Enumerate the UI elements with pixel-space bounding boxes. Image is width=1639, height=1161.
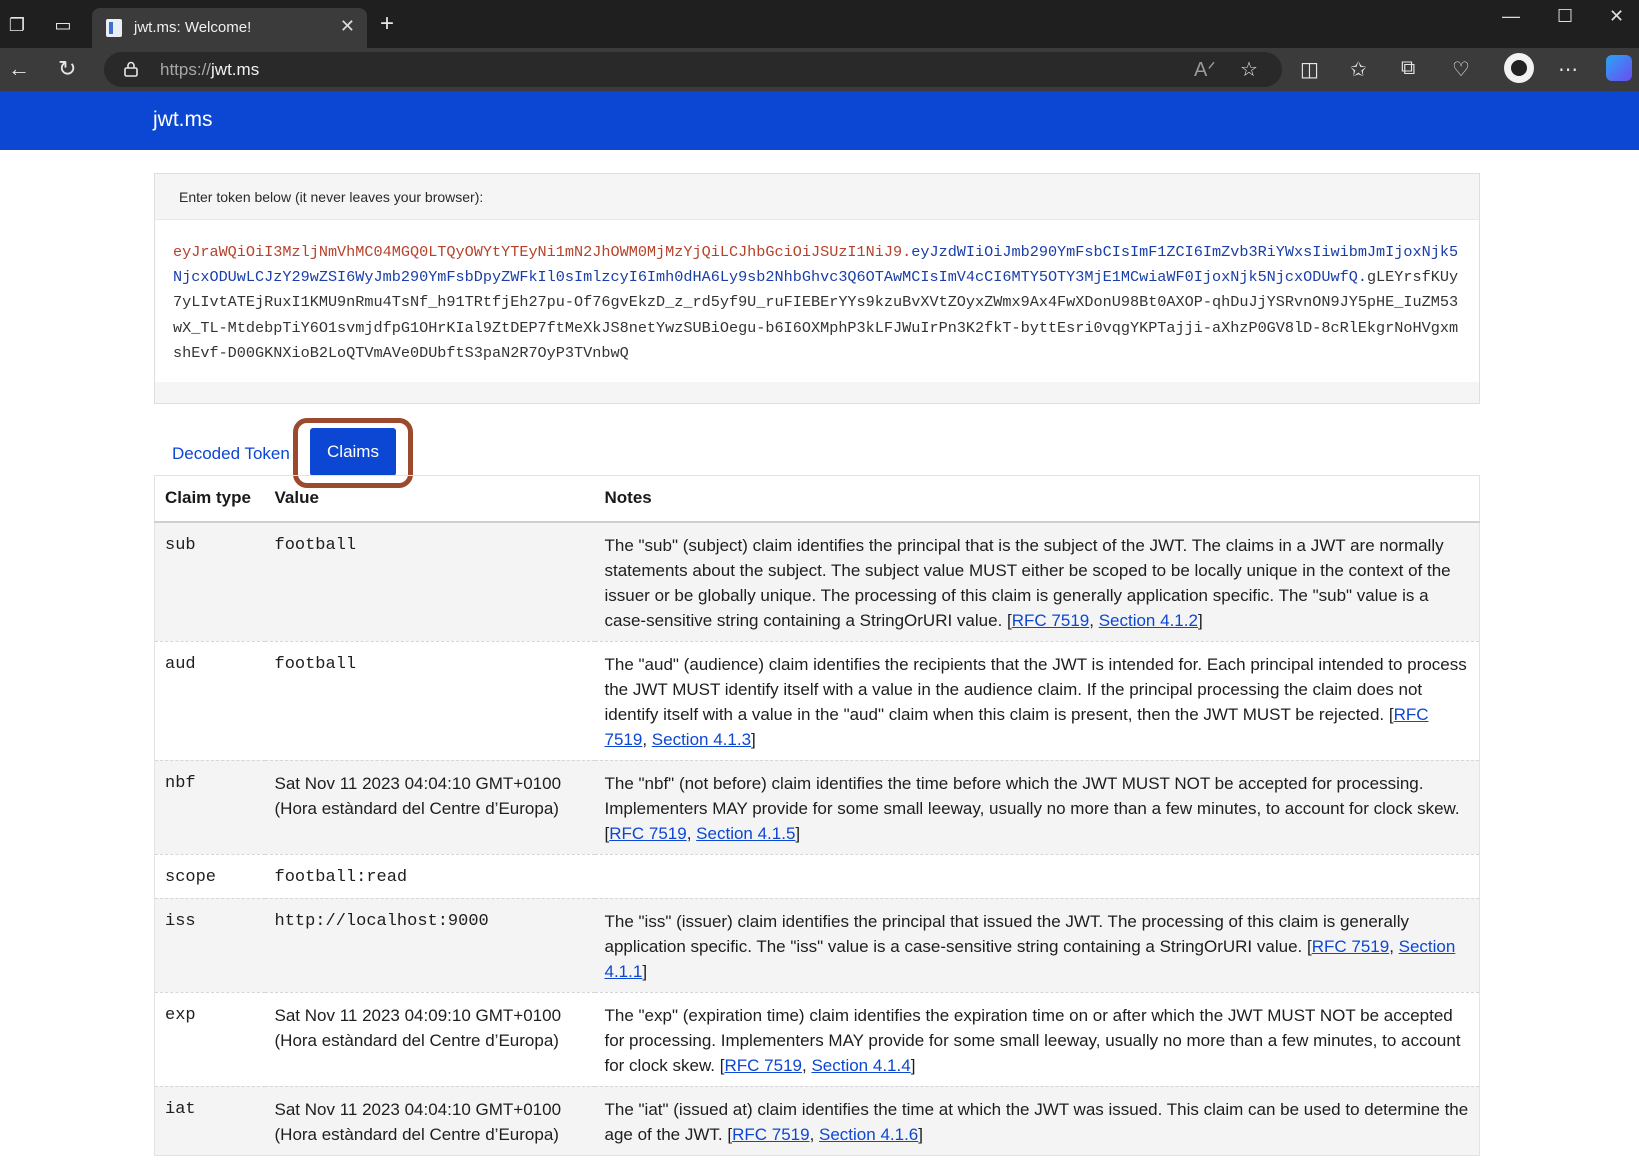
table-row: aud football The "aud" (audience) claim id…	[154, 641, 1480, 761]
table-row: iat Sat Nov 11 2023 04:04:10 GMT+0100 (Ho…	[154, 1086, 1480, 1156]
table-row: iss http://localhost:9000 The "iss" (issue…	[154, 898, 1480, 993]
site-brand[interactable]: jwt.ms	[153, 108, 213, 132]
header-value: Value	[264, 475, 595, 523]
claim-notes-cell: The "iat" (issued at) claim identifies t…	[594, 1086, 1480, 1156]
table-row: scope football:read	[154, 854, 1480, 899]
browser-tabstrip: ❐ ▭ jwt.ms: Welcome! ✕ + — ☐ ✕	[0, 0, 1639, 48]
read-aloud-icon[interactable]: Aᐟ	[1194, 57, 1216, 82]
browser-tab-active[interactable]: jwt.ms: Welcome! ✕	[92, 8, 367, 48]
performance-icon[interactable]: ♡	[1452, 57, 1470, 82]
claim-notes-cell: The "nbf" (not before) claim identifies …	[594, 760, 1480, 855]
claim-notes-cell: The "exp" (expiration time) claim identi…	[594, 992, 1480, 1087]
claim-type-cell: exp	[154, 992, 265, 1087]
more-options-icon[interactable]: ⋯	[1558, 57, 1578, 82]
claim-type-cell: scope	[154, 854, 265, 899]
claim-notes-cell: The "aud" (audience) claim identifies th…	[594, 641, 1480, 761]
close-tab-icon[interactable]: ✕	[340, 16, 355, 37]
claim-notes-text: The "iss" (issuer) claim identifies the …	[604, 911, 1409, 956]
table-row: sub football The "sub" (subject) claim ide…	[154, 521, 1480, 642]
header-notes: Notes	[594, 475, 1480, 523]
section-link[interactable]: Section 4.1.2	[1099, 611, 1198, 630]
section-link[interactable]: Section 4.1.4	[811, 1056, 910, 1075]
lock-icon[interactable]	[124, 61, 138, 77]
favorites-icon[interactable]: ✩	[1350, 57, 1367, 82]
address-bar[interactable]: https://jwt.ms	[104, 52, 1282, 87]
back-icon[interactable]: ←	[8, 56, 30, 82]
rfc-link[interactable]: RFC 7519	[725, 1056, 802, 1075]
new-tab-icon[interactable]: +	[380, 10, 394, 38]
rfc-link[interactable]: RFC 7519	[1312, 937, 1389, 956]
url-text[interactable]: https://jwt.ms	[160, 60, 259, 80]
split-screen-icon[interactable]: ◫	[1300, 57, 1319, 82]
token-input[interactable]: eyJraWQiOiI3MzljNmVhMC04MGQ0LTQyOWYtYTEy…	[155, 220, 1479, 382]
table-row: exp Sat Nov 11 2023 04:09:10 GMT+0100 (Ho…	[154, 992, 1480, 1087]
workspaces-icon[interactable]: ❐	[4, 12, 30, 38]
claim-value-cell: football	[264, 641, 595, 761]
browser-tab-title: jwt.ms: Welcome!	[134, 19, 252, 36]
table-row: nbf Sat Nov 11 2023 04:04:10 GMT+0100 (Ho…	[154, 760, 1480, 855]
site-header: jwt.ms	[0, 91, 1639, 150]
jwt-header-part: eyJraWQiOiI3MzljNmVhMC04MGQ0LTQyOWYtYTEy…	[173, 243, 912, 261]
collections-icon[interactable]: ⧉	[1401, 57, 1415, 80]
copilot-icon[interactable]	[1606, 55, 1632, 81]
table-header-row: Claim type Value Notes	[154, 475, 1480, 523]
claim-notes-text: The "aud" (audience) claim identifies th…	[604, 654, 1467, 724]
claim-type-cell: sub	[154, 521, 265, 642]
header-claim-type: Claim type	[154, 475, 265, 523]
claim-type-cell: nbf	[154, 760, 265, 855]
claim-value-cell: Sat Nov 11 2023 04:04:10 GMT+0100 (Hora …	[264, 1086, 595, 1156]
rfc-link[interactable]: RFC 7519	[732, 1125, 809, 1144]
profile-avatar[interactable]	[1504, 53, 1534, 83]
claim-notes-cell	[594, 854, 1480, 899]
claims-table: Claim type Value Notes sub football The "s…	[154, 475, 1480, 1156]
claim-value-cell: football	[264, 521, 595, 642]
refresh-icon[interactable]: ↻	[58, 56, 76, 82]
rfc-link[interactable]: RFC 7519	[1012, 611, 1089, 630]
token-card-label: Enter token below (it never leaves your …	[155, 174, 1479, 220]
page-favicon-icon	[106, 19, 122, 37]
section-link[interactable]: Section 4.1.6	[819, 1125, 918, 1144]
close-window-icon[interactable]: ✕	[1609, 6, 1624, 27]
maximize-icon[interactable]: ☐	[1557, 6, 1573, 27]
claims-table-body: sub football The "sub" (subject) claim ide…	[154, 521, 1480, 1156]
claim-notes-cell: The "iss" (issuer) claim identifies the …	[594, 898, 1480, 993]
section-link[interactable]: Section 4.1.5	[696, 824, 795, 843]
minimize-icon[interactable]: —	[1502, 6, 1520, 27]
tab-decoded-token[interactable]: Decoded Token	[172, 444, 290, 464]
claim-value-cell: Sat Nov 11 2023 04:09:10 GMT+0100 (Hora …	[264, 992, 595, 1087]
tab-claims[interactable]: Claims	[310, 428, 396, 476]
rfc-link[interactable]: RFC 7519	[609, 824, 686, 843]
claim-value-cell: Sat Nov 11 2023 04:04:10 GMT+0100 (Hora …	[264, 760, 595, 855]
claim-notes-cell: The "sub" (subject) claim identifies the…	[594, 521, 1480, 642]
claim-value-cell: football:read	[264, 854, 595, 899]
favorite-star-icon[interactable]: ☆	[1240, 57, 1258, 82]
claim-value-cell: http://localhost:9000	[264, 898, 595, 993]
claim-type-cell: iss	[154, 898, 265, 993]
tab-actions-icon[interactable]: ▭	[50, 12, 76, 38]
claim-notes-text: The "nbf" (not before) claim identifies …	[604, 773, 1460, 818]
claim-type-cell: iat	[154, 1086, 265, 1156]
claim-type-cell: aud	[154, 641, 265, 761]
browser-toolbar: ← ↻ https://jwt.ms Aᐟ ☆ ◫ ✩ ⧉ ♡ ⋯	[0, 48, 1639, 91]
token-card: Enter token below (it never leaves your …	[154, 173, 1480, 404]
section-link[interactable]: Section 4.1.3	[652, 730, 751, 749]
